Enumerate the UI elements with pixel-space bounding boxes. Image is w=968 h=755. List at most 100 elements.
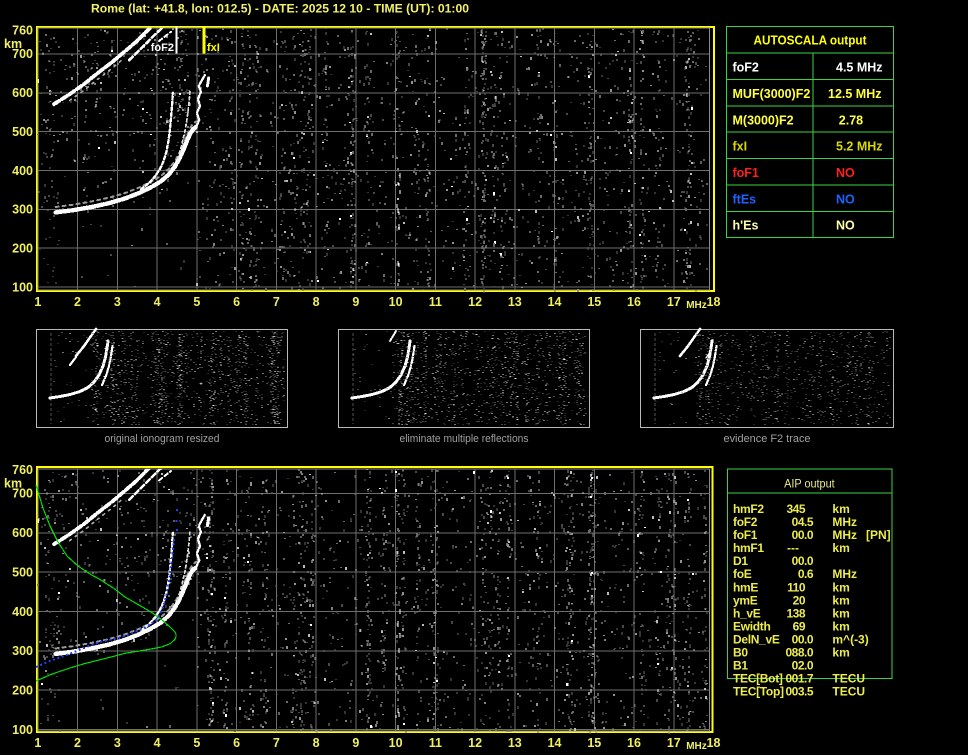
svg-text:17: 17 — [667, 736, 681, 750]
svg-text:13: 13 — [508, 736, 522, 750]
svg-text:B0: B0 — [733, 646, 748, 660]
svg-text:600: 600 — [12, 526, 33, 540]
svg-text:18: 18 — [707, 295, 721, 309]
svg-text:14: 14 — [548, 295, 562, 309]
svg-text:9: 9 — [352, 295, 359, 309]
svg-text:km: km — [832, 541, 849, 555]
svg-text:760: 760 — [12, 463, 33, 477]
svg-text:h_vE: h_vE — [733, 606, 761, 620]
svg-text:5.2 MHz: 5.2 MHz — [836, 140, 883, 154]
svg-text:003.5: 003.5 — [785, 685, 813, 699]
svg-text:evidence F2 trace: evidence F2 trace — [724, 433, 811, 445]
svg-text:Rome (lat: +41.8, lon: 012.5): Rome (lat: +41.8, lon: 012.5) - DATE: 20… — [91, 2, 469, 16]
svg-text:12: 12 — [468, 736, 482, 750]
svg-text:13: 13 — [508, 295, 522, 309]
svg-text:1: 1 — [34, 736, 41, 750]
svg-text:04.5: 04.5 — [792, 515, 814, 529]
svg-text:200: 200 — [12, 242, 33, 256]
svg-text:hmF2: hmF2 — [733, 502, 764, 516]
svg-text:11: 11 — [429, 736, 442, 750]
svg-text:TECU: TECU — [832, 685, 865, 699]
svg-text:MHz: MHz — [832, 567, 857, 581]
svg-text:fxI: fxI — [207, 42, 220, 54]
svg-text:200: 200 — [12, 683, 33, 697]
svg-text:500: 500 — [12, 125, 33, 139]
svg-text:9: 9 — [352, 736, 359, 750]
svg-text:foF2: foF2 — [733, 515, 758, 529]
svg-text:MHz: MHz — [686, 741, 707, 752]
svg-text:foF2: foF2 — [733, 61, 759, 75]
svg-text:100: 100 — [12, 280, 33, 294]
svg-text:TEC[Bot]: TEC[Bot] — [733, 672, 783, 686]
svg-text:TECU: TECU — [832, 672, 865, 686]
svg-text:ymE: ymE — [733, 593, 758, 607]
svg-text:km: km — [832, 593, 849, 607]
svg-text:[PN]: [PN] — [866, 528, 891, 542]
svg-text:3: 3 — [114, 736, 121, 750]
svg-text:00.0: 00.0 — [792, 554, 814, 568]
svg-text:h'Es: h'Es — [733, 219, 759, 233]
svg-text:7: 7 — [273, 736, 280, 750]
svg-text:B1: B1 — [733, 659, 748, 673]
svg-text:110: 110 — [787, 580, 806, 594]
svg-text:100: 100 — [12, 723, 33, 737]
svg-text:eliminate multiple reflections: eliminate multiple reflections — [400, 433, 529, 445]
svg-text:MUF(3000)F2: MUF(3000)F2 — [733, 87, 811, 101]
svg-text:Ewidth: Ewidth — [733, 620, 771, 634]
svg-text:8: 8 — [313, 736, 320, 750]
svg-text:MHz: MHz — [832, 528, 857, 542]
svg-text:AUTOSCALA output: AUTOSCALA output — [754, 34, 868, 48]
svg-text:1: 1 — [34, 295, 41, 309]
svg-text:700: 700 — [12, 487, 33, 501]
svg-text:foF2: foF2 — [151, 42, 174, 54]
svg-text:hmF1: hmF1 — [733, 541, 764, 555]
svg-text:fxI: fxI — [733, 140, 748, 154]
svg-text:2: 2 — [74, 736, 81, 750]
svg-text:18: 18 — [707, 736, 721, 750]
svg-text:10: 10 — [389, 736, 403, 750]
svg-text:6: 6 — [233, 736, 240, 750]
svg-text:ftEs: ftEs — [733, 192, 757, 206]
svg-text:4: 4 — [154, 736, 161, 750]
svg-text:DelN_vE: DelN_vE — [733, 633, 780, 647]
svg-text:NO: NO — [836, 166, 855, 180]
svg-text:400: 400 — [12, 164, 33, 178]
svg-text:00.0: 00.0 — [792, 528, 814, 542]
svg-text:foF1: foF1 — [733, 166, 759, 180]
svg-text:km: km — [832, 580, 849, 594]
svg-text:5: 5 — [193, 736, 200, 750]
svg-text:760: 760 — [12, 24, 33, 38]
svg-text:MHz: MHz — [832, 515, 857, 529]
svg-text:400: 400 — [12, 605, 33, 619]
svg-text:500: 500 — [12, 565, 33, 579]
svg-text:km: km — [832, 606, 849, 620]
svg-text:NO: NO — [836, 192, 855, 206]
svg-text:02.0: 02.0 — [792, 659, 814, 673]
svg-text:001.7: 001.7 — [785, 672, 813, 686]
svg-text:MHz: MHz — [686, 300, 707, 311]
svg-text:foE: foE — [733, 567, 752, 581]
svg-text:088.0: 088.0 — [785, 646, 813, 660]
svg-text:2.78: 2.78 — [839, 113, 863, 127]
svg-text:12.5 MHz: 12.5 MHz — [828, 87, 882, 101]
svg-text:00.0: 00.0 — [792, 633, 814, 647]
svg-text:4: 4 — [154, 295, 161, 309]
svg-text:foF1: foF1 — [733, 528, 758, 542]
svg-text:300: 300 — [12, 203, 33, 217]
svg-text:5: 5 — [193, 295, 200, 309]
svg-text:4.5 MHz: 4.5 MHz — [836, 61, 883, 75]
svg-text:2: 2 — [74, 295, 81, 309]
svg-text:345: 345 — [786, 502, 805, 516]
svg-text:TEC[Top]: TEC[Top] — [733, 685, 784, 699]
svg-text:17: 17 — [667, 295, 681, 309]
svg-text:600: 600 — [12, 86, 33, 100]
svg-text:15: 15 — [587, 295, 601, 309]
svg-text:0.6: 0.6 — [798, 567, 814, 581]
svg-text:300: 300 — [12, 644, 33, 658]
svg-text:7: 7 — [273, 295, 280, 309]
svg-text:6: 6 — [233, 295, 240, 309]
svg-text:NO: NO — [836, 219, 855, 233]
svg-text:10: 10 — [389, 295, 403, 309]
svg-text:16: 16 — [627, 295, 641, 309]
svg-text:m^(-3): m^(-3) — [832, 633, 868, 647]
